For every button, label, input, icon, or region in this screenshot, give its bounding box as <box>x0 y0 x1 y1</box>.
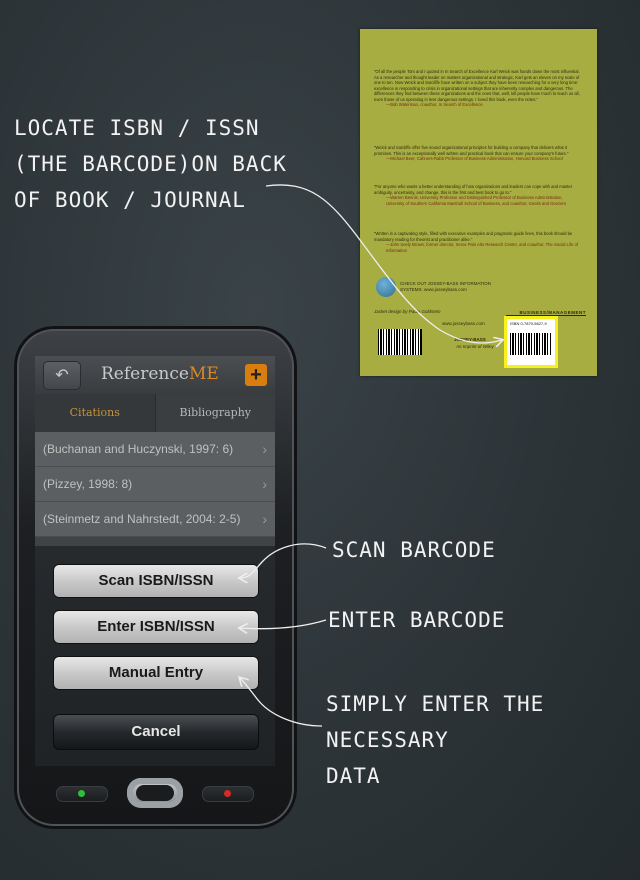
book-web-line: CHECK OUT JOSSEY-BASS INFORMATION SYSTEM… <box>400 281 491 292</box>
red-led-icon <box>224 790 231 797</box>
scan-isbn-button[interactable]: Scan ISBN/ISSN <box>53 564 259 598</box>
book-quote-4: “Written in a captivating style, filled … <box>374 231 578 253</box>
annotation-locate: LOCATE ISBN / ISSN (THE BARCODE)ON BACK … <box>14 116 287 212</box>
book-quote-3: “For anyone who wants a better understan… <box>374 184 573 206</box>
publisher-globe-logo <box>376 277 396 297</box>
app-navbar: ↶ ReferenceME + <box>35 356 275 394</box>
isbn-barcode-highlight: ISBN 0-7879-5627-9 <box>504 316 558 368</box>
tab-bar: Citations Bibliography <box>35 394 275 432</box>
add-button[interactable]: + <box>245 364 267 386</box>
phone-screen: ↶ ReferenceME + Citations Bibliography (… <box>35 356 275 766</box>
book-publisher-sub: An Imprint of Wiley <box>456 344 494 349</box>
small-barcode <box>378 329 422 355</box>
end-call-button[interactable] <box>202 786 254 802</box>
manual-entry-button[interactable]: Manual Entry <box>53 656 259 690</box>
book-back-cover-image: “Of all the people Tom and I quoted in I… <box>360 29 597 376</box>
list-item[interactable]: (Pizzey, 1998: 8) › <box>35 467 275 502</box>
list-item[interactable]: (Buchanan and Huczynski, 1997: 6) › <box>35 432 275 467</box>
chevron-right-icon: › <box>262 441 267 457</box>
chevron-right-icon: › <box>262 511 267 527</box>
tab-citations[interactable]: Citations <box>35 394 156 432</box>
call-button[interactable] <box>56 786 108 802</box>
chevron-right-icon: › <box>262 476 267 492</box>
book-jacket-credit: Jacket design by Paula Goldstein <box>374 309 441 314</box>
annotation-scan: SCAN BARCODE <box>332 538 496 562</box>
book-quote-1: “Of all the people Tom and I quoted in I… <box>374 69 580 107</box>
list-item[interactable]: (Steinmetz and Nahrstedt, 2004: 2-5) › <box>35 502 275 537</box>
back-button[interactable]: ↶ <box>43 361 81 390</box>
action-sheet: Scan ISBN/ISSN Enter ISBN/ISSN Manual En… <box>35 546 275 766</box>
annotation-enter: ENTER BARCODE <box>328 608 506 632</box>
plus-icon: + <box>250 364 262 386</box>
cancel-button[interactable]: Cancel <box>53 714 259 750</box>
enter-isbn-button[interactable]: Enter ISBN/ISSN <box>53 610 259 644</box>
barcode-bars <box>510 333 551 355</box>
tab-bibliography[interactable]: Bibliography <box>155 394 275 432</box>
isbn-number: ISBN 0-7879-5627-9 <box>510 321 547 326</box>
annotation-manual: SIMPLY ENTER THE NECESSARY DATA <box>326 692 545 788</box>
citation-list: (Buchanan and Huczynski, 1997: 6) › (Pizz… <box>35 432 275 537</box>
book-site: www.josseybass.com <box>442 321 485 326</box>
app-title: ReferenceME <box>101 364 219 384</box>
undo-icon: ↶ <box>55 367 69 384</box>
book-quote-2: “Weick and Sutcliffe offer five sound or… <box>374 145 569 161</box>
book-publisher: JOSSEY-BASS <box>454 337 486 342</box>
green-led-icon <box>78 790 85 797</box>
home-button[interactable] <box>127 778 183 808</box>
